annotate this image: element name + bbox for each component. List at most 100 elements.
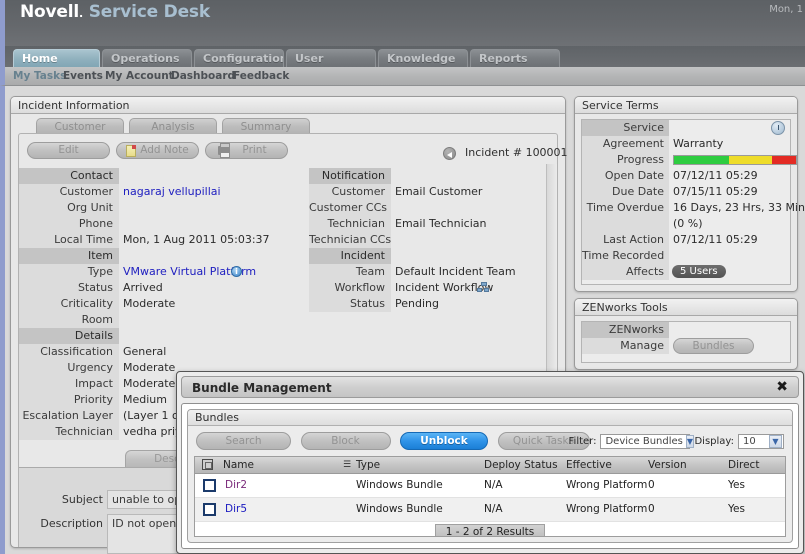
st-row-last-action: Last Action 07/12/11 05:29	[582, 232, 790, 248]
label-team: Team	[309, 264, 391, 280]
column-header-direct[interactable]: Direct	[728, 459, 759, 471]
st-value-last-action: 07/12/11 05:29	[673, 233, 758, 246]
edit-button[interactable]: Edit	[27, 142, 110, 159]
affects-badge[interactable]: 5 Users	[672, 265, 726, 278]
label-phone: Phone	[19, 216, 119, 232]
subnav-item-events[interactable]: Events	[63, 70, 103, 82]
label-status: Status	[19, 280, 119, 296]
column-header-type[interactable]: Type	[356, 459, 380, 471]
row-type: Type VMware Virtual Platform i	[19, 264, 304, 280]
value-status: Arrived	[123, 281, 163, 294]
st-row-open-date: Open Date 07/12/11 05:29	[582, 168, 790, 184]
subnav-item-feedback[interactable]: Feedback	[233, 70, 289, 82]
select-all-icon[interactable]	[202, 459, 213, 470]
st-row-progress: Progress	[582, 152, 790, 168]
nav-tab-configuration[interactable]: Configuration	[194, 49, 284, 67]
chevron-down-icon-2: ▼	[769, 435, 782, 448]
st-label-open-date: Open Date	[582, 168, 669, 184]
st-label-last-action: Last Action	[582, 232, 669, 248]
back-arrow-icon[interactable]	[443, 147, 456, 160]
add-note-button[interactable]: Add Note	[116, 142, 199, 159]
zen-row-zenworks: ZENworks	[582, 322, 790, 338]
row-notify-technician: Technician Email Technician	[309, 216, 554, 232]
st-label-affects: Affects	[582, 264, 669, 280]
subnav-item-my-tasks[interactable]: My Tasks	[13, 70, 66, 82]
column-header-name[interactable]: Name	[223, 459, 254, 471]
zenworks-tools-panel: ZENworks Tools ZENworks Manage Bundles	[574, 298, 798, 370]
value-customer[interactable]: nagaraj vellupillai	[123, 185, 221, 198]
label-local-time: Local Time	[19, 232, 119, 248]
table-row[interactable]: Dir2 Windows Bundle N/A Wrong Platform 0…	[195, 474, 785, 498]
zen-label-manage: Manage	[582, 338, 669, 354]
label-customer: Customer	[19, 184, 119, 200]
row-criticality: Criticality Moderate	[19, 296, 304, 312]
row-contact: Contact	[19, 168, 304, 184]
label-incident-section: Incident	[309, 248, 391, 264]
label-item: Item	[19, 248, 119, 264]
nav-tab-reports[interactable]: Reports	[470, 49, 560, 67]
dialog-title-text: Bundle Management	[192, 381, 332, 395]
display-label: Display:	[694, 436, 734, 447]
clock-icon[interactable]	[771, 121, 785, 135]
brand-logo: Novell. Service Desk	[20, 2, 210, 22]
row-customer-ccs: Customer CCs	[309, 200, 554, 216]
nav-tab-knowledge[interactable]: Knowledge	[378, 49, 468, 67]
block-button[interactable]: Block	[301, 432, 391, 450]
row-classification: Classification General	[19, 344, 304, 360]
close-icon[interactable]: ✖	[776, 379, 788, 395]
nav-tab-home[interactable]: Home	[13, 49, 100, 67]
st-value-open-date: 07/12/11 05:29	[673, 169, 758, 182]
cell-version: 0	[648, 479, 655, 491]
bundles-panel: Bundles Search Block Unblock Quick Tasks…	[187, 409, 793, 543]
sort-icon[interactable]: ☰	[343, 460, 351, 470]
workflow-diagram-icon[interactable]	[477, 282, 490, 293]
value-criticality: Moderate	[123, 297, 175, 310]
label-description: Description	[19, 517, 103, 530]
display-select[interactable]: 10 ▼	[738, 434, 784, 449]
st-value-time-overdue-pct: (0 %)	[673, 217, 703, 230]
label-workflow: Workflow	[309, 280, 391, 296]
row-incident-section: Incident	[309, 248, 554, 264]
cell-name[interactable]: Dir2	[225, 479, 247, 491]
label-impact: Impact	[19, 376, 119, 392]
search-button[interactable]: Search	[196, 432, 291, 450]
row-checkbox[interactable]	[203, 503, 216, 516]
filter-select-value: Device Bundles	[605, 436, 682, 447]
subnav-item-my-account[interactable]: My Account	[105, 70, 174, 82]
cell-direct: Yes	[728, 479, 745, 491]
st-row-time-overdue: Time Overdue 16 Days, 23 Hrs, 33 Mins	[582, 200, 790, 216]
column-header-version[interactable]: Version	[648, 459, 687, 471]
unblock-button[interactable]: Unblock	[400, 432, 488, 450]
column-header-deploy-status[interactable]: Deploy Status	[484, 459, 558, 471]
nav-tab-user[interactable]: User	[286, 49, 376, 67]
main-nav: Home Operations Configuration User Knowl…	[0, 46, 805, 67]
nav-tab-operations[interactable]: Operations	[102, 49, 192, 67]
cell-effective: Wrong Platform	[566, 503, 647, 515]
subnav-item-dashboard[interactable]: Dashboard	[171, 70, 235, 82]
label-type: Type	[19, 264, 119, 280]
st-row-time-overdue-pct: (0 %)	[582, 216, 790, 232]
zenworks-tools-title: ZENworks Tools	[575, 299, 797, 316]
bundle-management-dialog: Bundle Management ✖ Bundles Search Block…	[176, 371, 804, 554]
row-notification: Notification	[309, 168, 554, 184]
row-checkbox[interactable]	[203, 479, 216, 492]
bundles-table: Name ☰ Type Deploy Status Effective Vers…	[194, 456, 786, 537]
chevron-down-icon: ▼	[686, 435, 694, 448]
label-room: Room	[19, 312, 119, 328]
incident-number: Incident # 100001	[465, 146, 568, 159]
column-header-effective[interactable]: Effective	[566, 459, 612, 471]
row-workflow-status: Status Pending	[309, 296, 554, 312]
table-row[interactable]: Dir5 Windows Bundle N/A Wrong Platform 0…	[195, 498, 785, 522]
cell-name[interactable]: Dir5	[225, 503, 247, 515]
bundles-toolbar: Search Block Unblock Quick Tasks	[196, 432, 596, 450]
filter-select[interactable]: Device Bundles ▼	[600, 434, 690, 449]
info-icon[interactable]: i	[231, 266, 242, 277]
bundles-button[interactable]: Bundles	[673, 338, 754, 354]
display-select-value: 10	[743, 436, 756, 447]
row-customer: Customer nagaraj vellupillai	[19, 184, 304, 200]
print-button[interactable]: Print	[205, 142, 288, 159]
service-terms-title: Service Terms	[575, 97, 797, 114]
cell-type: Windows Bundle	[356, 503, 443, 515]
incident-toolbar: Edit Add Note Print	[27, 142, 294, 159]
value-impact: Moderate	[123, 377, 175, 390]
